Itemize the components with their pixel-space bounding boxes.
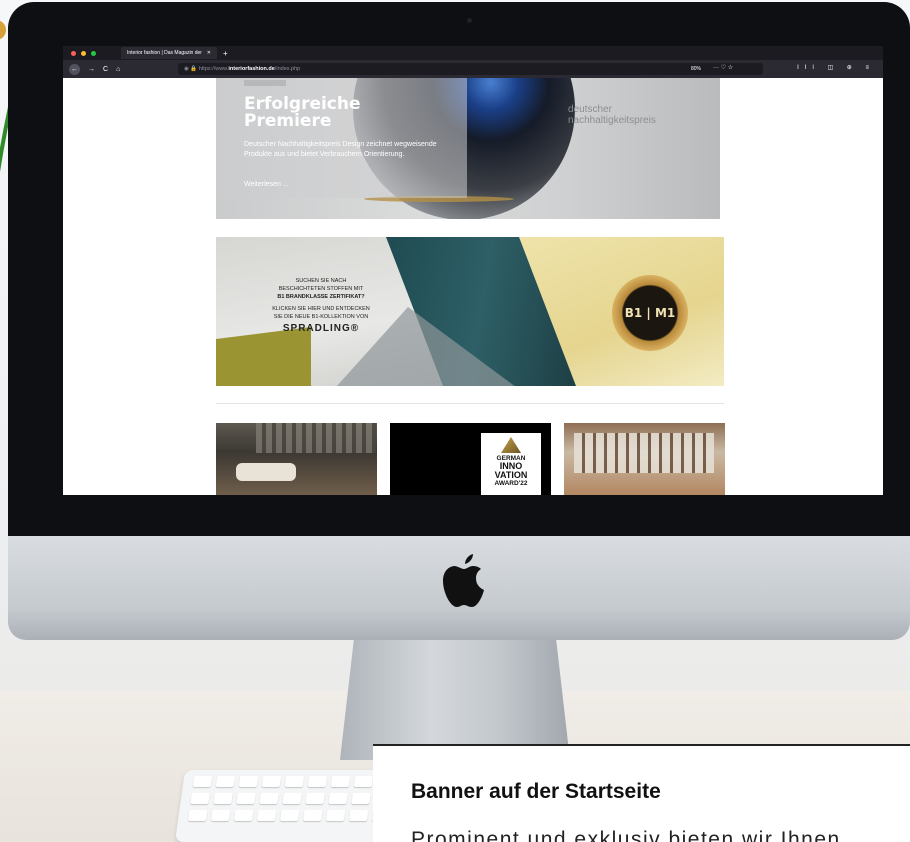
key: [236, 793, 256, 804]
browser-window: Interior fashion | Das Magazin der ✕ + ←…: [63, 46, 883, 495]
read-more-link[interactable]: Weiterlesen ...: [244, 181, 289, 188]
hero-category-tag: [244, 80, 286, 86]
banner-line3: B1 BRANDKLASSE ZERTIFIKAT?: [277, 294, 365, 300]
tab-interiorfashion[interactable]: Interior fashion | Das Magazin der ✕: [121, 47, 217, 59]
caption-card: Banner auf der Startseite Prominent und …: [373, 744, 910, 842]
home-button[interactable]: ⌂: [116, 66, 120, 73]
hero-title-line2: Premiere: [244, 111, 332, 131]
key: [284, 776, 305, 787]
imac: Interior fashion | Das Magazin der ✕ + ←…: [8, 2, 910, 642]
key: [325, 810, 346, 821]
key: [279, 810, 300, 821]
toolbar-icons[interactable]: IIl ◫ ⊕ ≡: [797, 64, 875, 71]
apple-logo-icon: [443, 554, 484, 607]
zoom-level[interactable]: 80%: [691, 66, 701, 72]
key: [259, 793, 279, 804]
card-title: Banner auf der Startseite: [411, 780, 661, 803]
reload-button[interactable]: C: [103, 66, 108, 73]
key: [261, 776, 282, 787]
divider: [216, 403, 724, 404]
key: [302, 810, 323, 821]
key: [190, 793, 210, 804]
key: [305, 793, 325, 804]
award-line3: VATION: [494, 470, 528, 480]
hero-slider[interactable]: Erfolgreiche Premiere Deutscher Nachhalt…: [216, 78, 720, 219]
hero-logo-text: deutscher nachhaltigkeitspreis: [568, 104, 656, 126]
card-text: Prominent und exklusiv bieten wir Ihnen: [411, 828, 841, 842]
article-tile-showroom[interactable]: [216, 423, 377, 495]
certification-seal: B1 | M1: [612, 275, 688, 351]
camera-icon: [467, 18, 472, 23]
spradling-banner[interactable]: SUCHEN SIE NACH BESCHICHTETEN STOFFEN MI…: [216, 237, 724, 386]
tile-roof-image: [256, 423, 376, 453]
key: [307, 776, 328, 787]
key: [348, 810, 369, 821]
hero-logo-line2: nachhaltigkeitspreis: [568, 115, 656, 126]
banner-line5: SIE DIE NEUE B1-KOLLEKTION VON: [273, 314, 369, 320]
banner-line2: BESCHICHTETEN STOFFEN MIT: [278, 286, 364, 292]
hero-logo-line1: deutscher: [568, 104, 612, 115]
tab-close-icon[interactable]: ✕: [207, 50, 211, 56]
banner-line1: SUCHEN SIE NACH: [295, 278, 347, 284]
maximize-window-icon[interactable]: [91, 50, 96, 56]
forward-button[interactable]: →: [88, 66, 95, 73]
key: [187, 810, 208, 821]
key: [210, 810, 231, 821]
web-page: Erfolgreiche Premiere Deutscher Nachhalt…: [63, 78, 883, 495]
url-domain: interiorfashion.de: [228, 66, 275, 72]
key: [328, 793, 348, 804]
key: [213, 793, 233, 804]
new-tab-button[interactable]: +: [223, 49, 228, 58]
banner-brand: SPRADLING®: [282, 323, 360, 334]
url-path: /index.php: [274, 66, 301, 72]
imac-stand: [340, 640, 570, 760]
award-mark-icon: [501, 437, 521, 453]
url-bar[interactable]: ◉ 🔒 https://www. interiorfashion.de/index…: [178, 63, 763, 75]
key: [192, 776, 213, 787]
hero-title[interactable]: Erfolgreiche Premiere: [244, 96, 361, 130]
url-action-icons[interactable]: ··· ♡ ☆: [713, 64, 733, 71]
tile-sofa-image: [236, 463, 296, 481]
key: [353, 776, 374, 787]
key: [282, 793, 302, 804]
back-button[interactable]: ←: [69, 63, 80, 75]
key: [215, 776, 236, 787]
banner-line4: KLICKEN SIE HIER UND ENTDECKEN: [272, 306, 370, 312]
key: [238, 776, 259, 787]
lock-icon: 🔒: [190, 66, 199, 72]
article-tile-lobby[interactable]: [564, 423, 725, 495]
tab-bar: Interior fashion | Das Magazin der ✕ +: [63, 46, 883, 60]
innovation-award-badge: GERMAN INNO VATION AWARD'22: [481, 433, 541, 495]
key: [233, 810, 254, 821]
key: [330, 776, 351, 787]
award-line4: AWARD'22: [494, 480, 528, 487]
banner-text: SUCHEN SIE NACH BESCHICHTETEN STOFFEN MI…: [246, 277, 396, 334]
article-tile-award[interactable]: GERMAN INNO VATION AWARD'22: [390, 423, 551, 495]
key: [351, 793, 371, 804]
tab-title: Interior fashion | Das Magazin der: [127, 50, 202, 56]
minimize-window-icon[interactable]: [81, 50, 86, 56]
hero-text: Deutscher Nachhaltigkeitspreis Design ze…: [244, 141, 437, 158]
url-prefix: https://www.: [198, 66, 229, 72]
key: [256, 810, 277, 821]
tile-lobby-image: [574, 433, 714, 473]
close-window-icon[interactable]: [71, 50, 76, 56]
